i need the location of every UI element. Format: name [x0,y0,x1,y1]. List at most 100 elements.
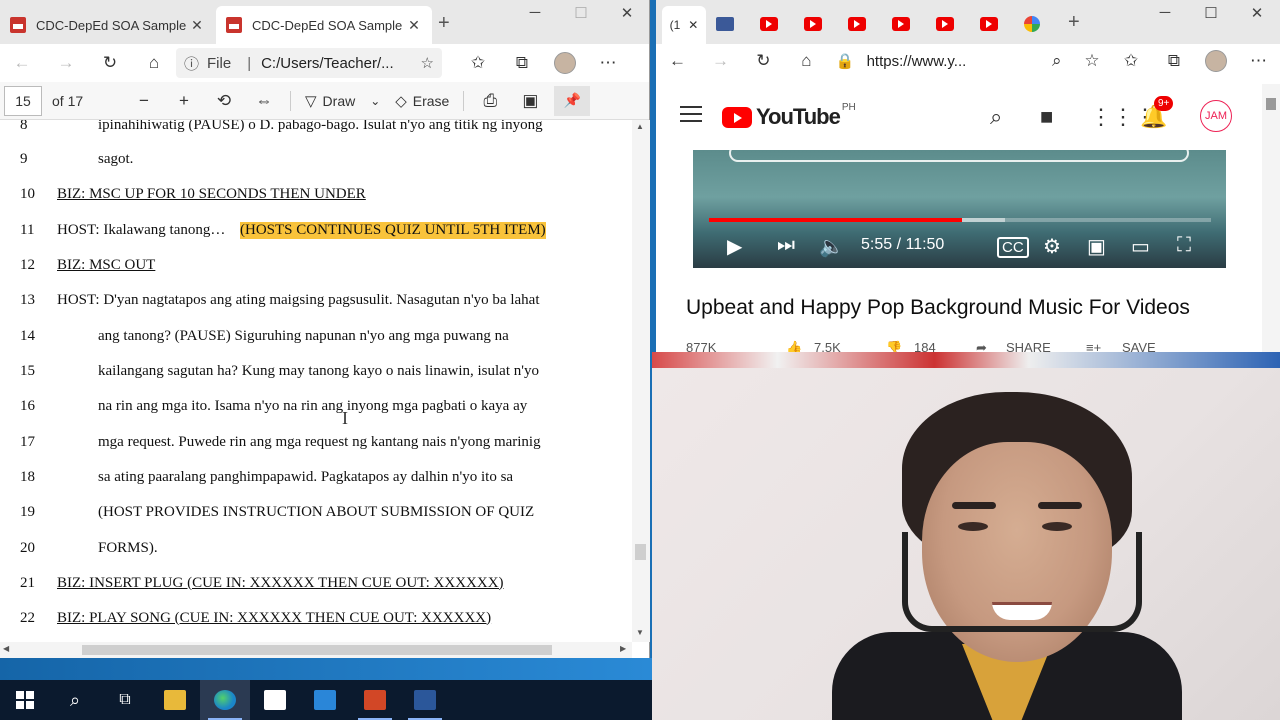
refresh-icon[interactable]: ↻ [742,51,785,71]
dislike-count[interactable]: 184 [914,340,936,352]
tab-pdf-2[interactable]: CDC-DepEd SOA Sample M ✕ [216,6,432,44]
tab-pdf-1[interactable]: CDC-DepEd SOA Sample M ✕ [0,6,215,44]
search-icon[interactable]: ⌕ [990,104,1002,130]
close-window-icon[interactable]: ✕ [604,4,650,22]
progress-bar[interactable] [709,218,1211,222]
account-avatar[interactable]: JAM [1200,100,1232,132]
share-button[interactable]: SHARE [1006,340,1051,352]
scroll-left-icon[interactable]: ◀ [3,644,9,653]
scrollbar-thumb[interactable] [635,544,646,560]
maximize-icon[interactable]: ☐ [558,4,604,22]
play-icon[interactable]: ▶ [727,234,742,259]
more-icon[interactable]: ⋯ [1237,51,1280,71]
line-number: 16 [20,397,35,414]
youtube-tab-icon[interactable] [892,17,910,31]
mail-button[interactable] [300,680,350,720]
fullscreen-icon[interactable]: ⛶ [1177,234,1191,257]
create-video-icon[interactable]: ■ [1040,104,1053,130]
task-view-button[interactable]: ⧉ [100,680,150,720]
maximize-icon[interactable]: ☐ [1188,4,1234,22]
video-player[interactable]: ▶ ⏭ 🔈 5:55 / 11:50 CC ⚙ ▣ ▭ ⛶ [693,150,1226,268]
rotate-icon[interactable]: ⟲ [204,91,244,111]
favorite-star-icon[interactable]: ☆ [421,54,434,72]
search-button[interactable]: ⌕ [50,680,100,720]
horizontal-scrollbar[interactable]: ◀ ▶ [0,642,632,658]
close-icon[interactable]: ✕ [406,17,422,34]
google-tab-icon[interactable] [1024,16,1040,32]
powerpoint-button[interactable] [350,680,400,720]
close-window-icon[interactable]: ✕ [1234,4,1280,22]
scroll-down-icon[interactable]: ▼ [636,628,644,637]
new-tab-icon[interactable]: + [438,12,450,35]
profile-avatar[interactable] [554,52,576,74]
forward-icon[interactable]: → [44,53,88,73]
save-playlist-icon[interactable]: ≡+ [1086,340,1101,352]
dislike-icon[interactable]: 👎 [886,340,902,352]
erase-button[interactable]: ◇ Erase [395,92,449,110]
scrollbar-thumb[interactable] [1266,98,1276,110]
minimize-icon[interactable]: ─ [1142,4,1188,22]
next-icon[interactable]: ⏭ [777,234,795,257]
theater-mode-icon[interactable]: ▭ [1131,234,1150,259]
save-icon[interactable]: ▣ [510,91,550,111]
tab-label: (1 [669,18,681,32]
like-count[interactable]: 7.5K [814,340,841,352]
draw-button[interactable]: ▽ Draw [305,92,355,110]
info-icon[interactable]: ⓘ [184,53,199,74]
scroll-up-icon[interactable]: ▲ [636,122,644,131]
save-button[interactable]: SAVE [1122,340,1156,352]
scrollbar-thumb[interactable] [82,645,552,655]
profile-avatar[interactable] [1205,50,1227,72]
collections-icon[interactable]: ⧉ [500,53,544,73]
youtube-tab-icon[interactable] [936,17,954,31]
captions-icon[interactable]: CC [997,237,1029,258]
youtube-tab-icon[interactable] [804,17,822,31]
favorites-icon[interactable]: ✩ [456,53,500,73]
volume-icon[interactable]: 🔈 [819,234,844,259]
minimize-icon[interactable]: ─ [512,4,558,22]
home-icon[interactable]: ⌂ [132,53,176,73]
youtube-tab-icon[interactable] [980,17,998,31]
more-icon[interactable]: ⋯ [586,53,630,73]
collections-icon[interactable]: ⧉ [1152,51,1195,71]
page-scrollbar[interactable] [1262,84,1280,352]
close-icon[interactable]: ✕ [189,17,205,34]
store-button[interactable] [250,680,300,720]
back-icon[interactable]: ← [656,51,699,71]
pin-toolbar-button[interactable]: 📌 [554,85,591,116]
miniplayer-icon[interactable]: ▣ [1087,234,1106,259]
fit-width-icon[interactable]: ⇔ [244,91,284,111]
new-tab-icon[interactable]: + [1068,11,1080,34]
youtube-logo[interactable]: YouTube PH [722,102,856,130]
tab-youtube-active[interactable]: (1 ✕ [662,6,706,44]
video-overlay-frame [729,150,1189,162]
settings-gear-icon[interactable]: ⚙ [1043,234,1061,259]
close-icon[interactable]: ✕ [688,18,698,32]
facebook-tab-icon[interactable] [716,17,734,31]
edge-button[interactable] [200,680,250,720]
zoom-out-icon[interactable]: − [124,91,164,111]
refresh-icon[interactable]: ↻ [88,53,132,73]
favorite-star-icon[interactable]: ☆ [1074,51,1109,71]
forward-icon[interactable]: → [699,51,742,71]
favorites-icon[interactable]: ✩ [1110,51,1153,71]
like-icon[interactable]: 👍 [786,340,802,352]
youtube-tab-icon[interactable] [760,17,778,31]
back-icon[interactable]: ← [0,53,44,73]
url-field[interactable]: ⓘ File | C:/Users/Teacher/... ☆ [176,48,442,78]
start-button[interactable] [0,680,50,720]
file-explorer-button[interactable] [150,680,200,720]
page-number-input[interactable]: 15 [4,85,42,116]
print-icon[interactable]: ⎙ [470,91,510,111]
youtube-tab-icon[interactable] [848,17,866,31]
vertical-scrollbar[interactable]: ▲ ▼ [632,120,650,642]
zoom-icon[interactable]: ⌕ [1039,51,1074,71]
share-icon[interactable]: ➦ [976,340,987,352]
menu-icon[interactable] [680,106,702,127]
scroll-right-icon[interactable]: ▶ [620,644,626,653]
zoom-in-icon[interactable]: + [164,91,204,111]
word-button[interactable] [400,680,450,720]
home-icon[interactable]: ⌂ [785,51,828,71]
url-field[interactable]: 🔒 https://www.y... [828,47,1039,75]
chevron-down-icon[interactable]: ⌄ [363,94,387,108]
